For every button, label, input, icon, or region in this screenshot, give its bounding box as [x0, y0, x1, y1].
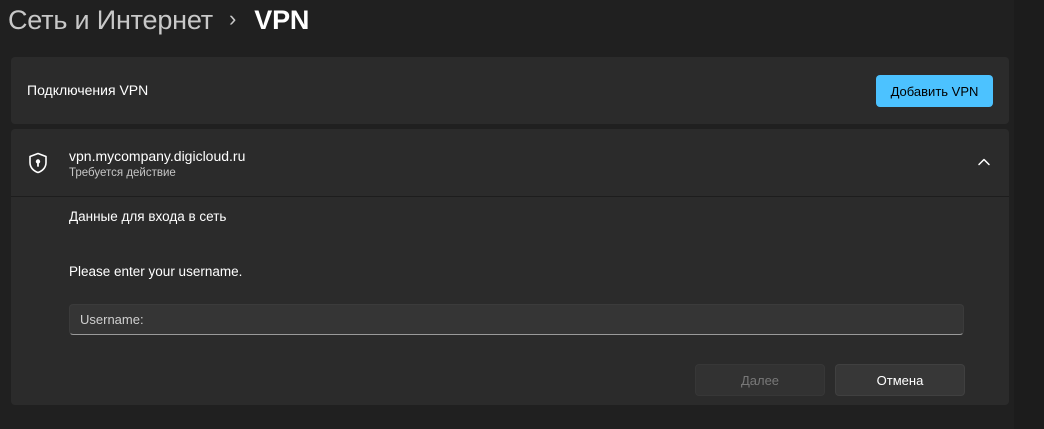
- vpn-connection-name: vpn.mycompany.digicloud.ru: [69, 148, 246, 164]
- vpn-connection-card: vpn.mycompany.digicloud.ru Требуется дей…: [11, 129, 1009, 405]
- page-title: VPN: [254, 4, 310, 35]
- add-vpn-button[interactable]: Добавить VPN: [876, 75, 993, 107]
- vpn-connections-label: Подключения VPN: [27, 82, 149, 98]
- shield-lock-icon: [29, 152, 47, 174]
- vpn-connection-status: Требуется действие: [69, 167, 176, 179]
- scrollbar-track[interactable]: [1014, 0, 1044, 429]
- chevron-up-icon[interactable]: [976, 154, 992, 170]
- next-button[interactable]: Далее: [695, 364, 825, 396]
- cancel-button[interactable]: Отмена: [835, 364, 965, 396]
- vpn-connections-card: Подключения VPN Добавить VPN: [11, 57, 1009, 124]
- vpn-connection-header[interactable]: vpn.mycompany.digicloud.ru Требуется дей…: [11, 129, 1009, 197]
- breadcrumb: Сеть и Интернет › VPN: [8, 2, 309, 38]
- breadcrumb-separator-icon: ›: [228, 6, 237, 31]
- sign-in-section-title: Данные для входа в сеть: [69, 209, 227, 224]
- username-input[interactable]: [69, 304, 964, 335]
- username-prompt: Please enter your username.: [69, 264, 243, 279]
- breadcrumb-parent-link[interactable]: Сеть и Интернет: [8, 5, 213, 36]
